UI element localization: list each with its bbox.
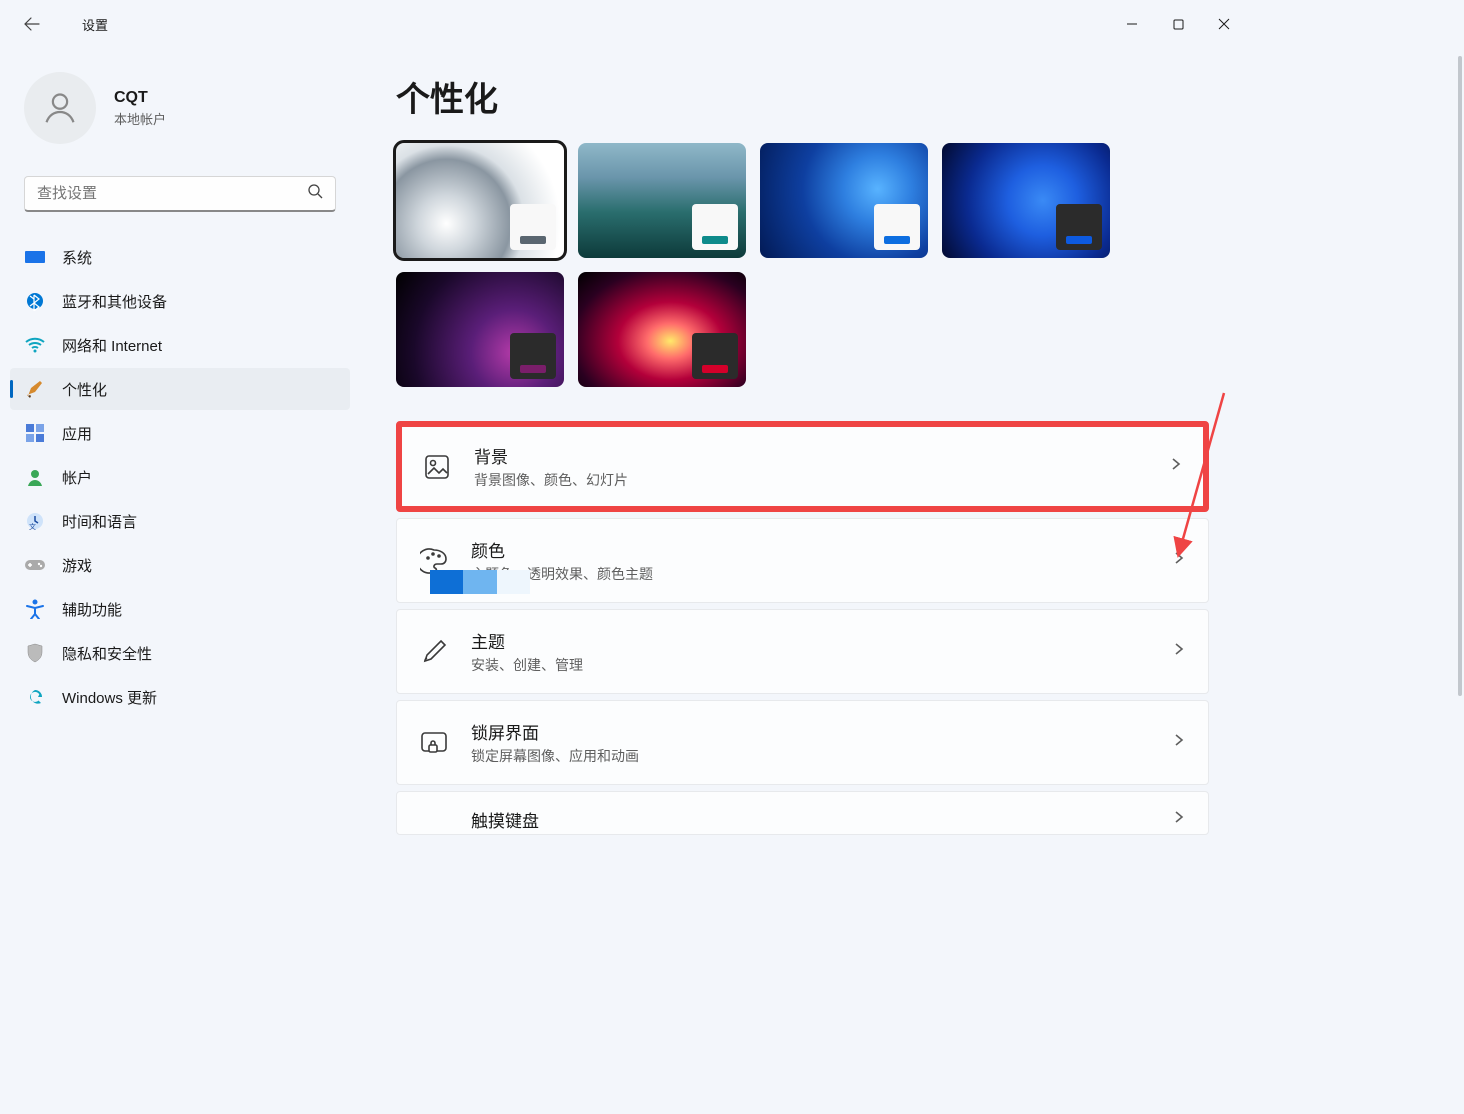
nav-label: 系统 (62, 247, 92, 268)
nav-item-9[interactable]: 隐私和安全性 (10, 632, 350, 674)
chevron-right-icon (1169, 457, 1183, 476)
card-text: 主题 安装、创建、管理 (471, 628, 1150, 675)
theme-mini-preview (510, 204, 556, 250)
card-touchkb[interactable]: 触摸键盘 (396, 791, 1209, 835)
search-input-wrap[interactable] (24, 176, 336, 212)
chevron-right-icon (1172, 551, 1186, 570)
nav-icon (24, 466, 46, 488)
back-arrow-icon (24, 16, 40, 32)
nav-label: 个性化 (62, 379, 107, 400)
card-sub: 背景图像、颜色、幻灯片 (474, 470, 1147, 490)
theme-mini-preview (510, 333, 556, 379)
nav-label: 隐私和安全性 (62, 643, 152, 664)
theme-thumb-1[interactable] (578, 143, 746, 258)
user-block[interactable]: CQT 本地帐户 (0, 72, 360, 176)
card-text: 触摸键盘 (471, 807, 1150, 832)
search-icon (307, 183, 323, 204)
theme-thumbnails (396, 143, 1209, 387)
maximize-button[interactable] (1155, 8, 1201, 40)
card-text: 颜色 主题色、透明效果、颜色主题 (471, 537, 1150, 584)
nav-label: 应用 (62, 423, 92, 444)
card-themes[interactable]: 主题 安装、创建、管理 (396, 609, 1209, 694)
nav-label: 蓝牙和其他设备 (62, 291, 167, 312)
card-sub: 安装、创建、管理 (471, 655, 1150, 675)
card-lockscreen[interactable]: 锁屏界面 锁定屏幕图像、应用和动画 (396, 700, 1209, 785)
chevron-right-icon (1172, 642, 1186, 661)
chevron-right-icon (1172, 733, 1186, 752)
nav-item-2[interactable]: 网络和 Internet (10, 324, 350, 366)
card-background[interactable]: 背景 背景图像、颜色、幻灯片 (396, 421, 1209, 512)
nav-item-6[interactable]: 文 时间和语言 (10, 500, 350, 542)
nav-item-8[interactable]: 辅助功能 (10, 588, 350, 630)
nav-item-3[interactable]: 个性化 (10, 368, 350, 410)
nav-label: Windows 更新 (62, 687, 157, 708)
lockscreen-icon (419, 728, 449, 758)
card-text: 背景 背景图像、颜色、幻灯片 (474, 443, 1147, 490)
nav-item-4[interactable]: 应用 (10, 412, 350, 454)
svg-text:文: 文 (29, 522, 36, 530)
chevron-right-icon (1172, 810, 1186, 829)
nav-icon (24, 422, 46, 444)
nav-icon (24, 686, 46, 708)
nav-item-10[interactable]: Windows 更新 (10, 676, 350, 718)
theme-mini-preview (1056, 204, 1102, 250)
nav-icon (24, 378, 46, 400)
nav-icon (24, 334, 46, 356)
back-button[interactable] (10, 2, 54, 46)
close-button[interactable] (1201, 8, 1247, 40)
nav-icon (24, 642, 46, 664)
nav-icon: 文 (24, 510, 46, 532)
theme-mini-preview (692, 333, 738, 379)
scrollbar[interactable] (1458, 56, 1462, 696)
touchkb-icon (419, 804, 449, 834)
theme-mini-preview (874, 204, 920, 250)
card-title: 锁屏界面 (471, 719, 1150, 744)
nav-label: 辅助功能 (62, 599, 122, 620)
card-text: 锁屏界面 锁定屏幕图像、应用和动画 (471, 719, 1150, 766)
user-name: CQT (114, 89, 166, 107)
theme-thumb-3[interactable] (942, 143, 1110, 258)
background-icon (422, 452, 452, 482)
minimize-button[interactable] (1109, 8, 1155, 40)
nav-label: 帐户 (62, 467, 92, 488)
nav-item-0[interactable]: 系统 (10, 236, 350, 278)
person-icon (41, 89, 79, 127)
window-controls (1109, 8, 1247, 40)
theme-thumb-2[interactable] (760, 143, 928, 258)
nav-item-5[interactable]: 帐户 (10, 456, 350, 498)
app-title: 设置 (82, 15, 108, 34)
nav-icon (24, 246, 46, 268)
main-content: 个性化 背景 背景图像、颜色、幻灯片 颜色 主题色、透明效果、颜色主题 主题 安… (360, 48, 1251, 937)
nav-icon (24, 598, 46, 620)
theme-thumb-5[interactable] (578, 272, 746, 387)
card-title: 主题 (471, 628, 1150, 653)
nav-label: 时间和语言 (62, 511, 137, 532)
sidebar: CQT 本地帐户 系统蓝牙和其他设备网络和 Internet 个性化应用帐户文 时间… (0, 48, 360, 937)
card-sub: 锁定屏幕图像、应用和动画 (471, 746, 1150, 766)
nav-icon (24, 290, 46, 312)
nav-label: 网络和 Internet (62, 335, 162, 356)
theme-thumb-4[interactable] (396, 272, 564, 387)
theme-thumb-0[interactable] (396, 143, 564, 258)
card-title: 背景 (474, 443, 1147, 468)
nav-item-7[interactable]: 游戏 (10, 544, 350, 586)
user-sub: 本地帐户 (114, 109, 166, 128)
avatar (24, 72, 96, 144)
card-sub: 主题色、透明效果、颜色主题 (471, 564, 1150, 584)
theme-mini-preview (692, 204, 738, 250)
search-input[interactable] (37, 185, 307, 202)
page-title: 个性化 (396, 72, 1209, 121)
card-title: 颜色 (471, 537, 1150, 562)
nav-icon (24, 554, 46, 576)
nav: 系统蓝牙和其他设备网络和 Internet 个性化应用帐户文 时间和语言游戏辅助功能… (0, 234, 360, 720)
title-bar: 设置 (0, 0, 1251, 48)
censor-mosaic (430, 570, 530, 594)
themes-icon (419, 637, 449, 667)
card-title: 触摸键盘 (471, 807, 1150, 832)
nav-label: 游戏 (62, 555, 92, 576)
nav-item-1[interactable]: 蓝牙和其他设备 (10, 280, 350, 322)
